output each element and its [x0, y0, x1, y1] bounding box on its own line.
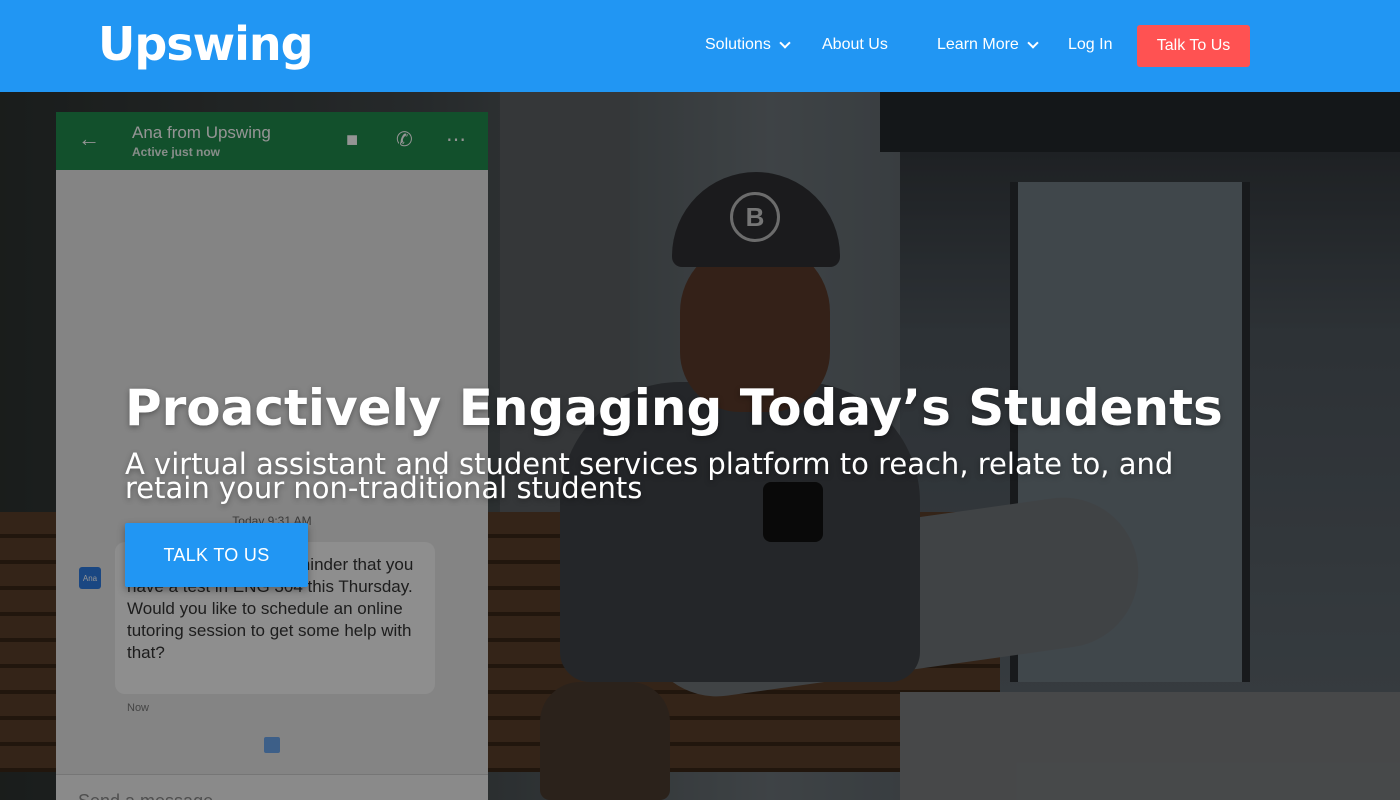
nav-login[interactable]: Log In — [1068, 34, 1112, 56]
hero-talk-to-us-button[interactable]: TALK TO US — [125, 523, 308, 587]
nav-learn-more[interactable]: Learn More — [937, 34, 1039, 56]
nav-about-label: About Us — [822, 36, 888, 53]
top-nav: Upswing Solutions About Us Learn More Lo… — [0, 0, 1400, 92]
nav-about[interactable]: About Us — [822, 34, 888, 56]
nav-talk-to-us-button[interactable]: Talk To Us — [1137, 25, 1250, 67]
hero-section: B ← Ana from Upswing Active just now ■ ✆… — [0, 92, 1400, 800]
upswing-logo[interactable]: Upswing — [98, 14, 314, 74]
nav-solutions[interactable]: Solutions — [705, 34, 791, 56]
chevron-down-icon — [1027, 37, 1039, 49]
nav-login-label: Log In — [1068, 36, 1113, 53]
hero-subtitle: A virtual assistant and student services… — [125, 447, 1174, 505]
hero-title: Proactively Engaging Today’s Students — [125, 379, 1223, 437]
nav-solutions-label: Solutions — [705, 36, 771, 53]
hero-dark-overlay — [0, 92, 1400, 800]
chevron-down-icon — [779, 37, 791, 49]
nav-learn-more-label: Learn More — [937, 36, 1019, 53]
